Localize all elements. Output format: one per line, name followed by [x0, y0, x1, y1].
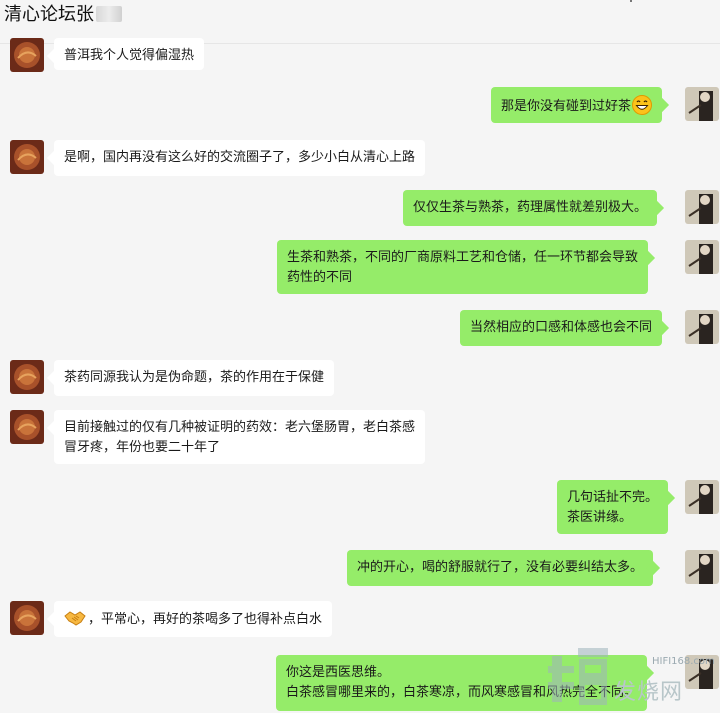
handshake-icon [64, 609, 86, 627]
avatar-contact[interactable] [10, 601, 44, 635]
chat-title-text: 清心论坛张 [4, 4, 94, 25]
avatar-self[interactable] [685, 310, 719, 344]
avatar-self[interactable] [685, 480, 719, 514]
avatar-self[interactable] [685, 550, 719, 584]
message-bubble-right: 当然相应的口感和体感也会不同 [460, 310, 663, 346]
avatar-contact[interactable] [10, 38, 44, 72]
avatar-contact[interactable] [10, 140, 44, 174]
watermark-site: HIFI168.com [652, 656, 715, 667]
avatar-self[interactable] [685, 190, 719, 224]
grinning-face-icon [632, 95, 653, 115]
redacted-name-mask [96, 6, 122, 22]
message-bubble-left: 目前接触过的仅有几种被证明的药效：老六堡肠胃，老白茶感 冒牙疼，年份也要二十年了 [54, 410, 426, 464]
avatar-contact[interactable] [10, 360, 44, 394]
message-bubble-left: 是啊，国内再没有这么好的交流圈子了，多少小白从清心上路 [54, 140, 426, 176]
message-bubble-right: 仅仅生茶与熟茶，药理属性就差别极大。 [403, 190, 658, 226]
message-bubble-right: 冲的开心，喝的舒服就行了，没有必要纠结太多。 [347, 550, 654, 586]
message-bubble-right: 生茶和熟茶，不同的厂商原料工艺和仓储，任一环节都会导致 药性的不同 [277, 240, 649, 294]
more-menu-icon[interactable] [630, 0, 632, 2]
chat-title[interactable]: 清心论坛张 [4, 3, 122, 27]
message-bubble-left: ，平常心，再好的茶喝多了也得补点白水 [54, 601, 333, 637]
avatar-contact[interactable] [10, 410, 44, 444]
message-bubble-left: 茶药同源我认为是伪命题，茶的作用在于保健 [54, 360, 335, 396]
message-bubble-right: 几句话扯不完。 茶医讲缘。 [557, 480, 669, 534]
avatar-self[interactable] [685, 240, 719, 274]
message-bubble-right: 那是你没有碰到过好茶 [491, 87, 663, 123]
message-bubble-left: 普洱我个人觉得偏湿热 [54, 38, 205, 70]
avatar-self[interactable] [685, 87, 719, 121]
watermark-text: 发烧网 [614, 680, 684, 705]
